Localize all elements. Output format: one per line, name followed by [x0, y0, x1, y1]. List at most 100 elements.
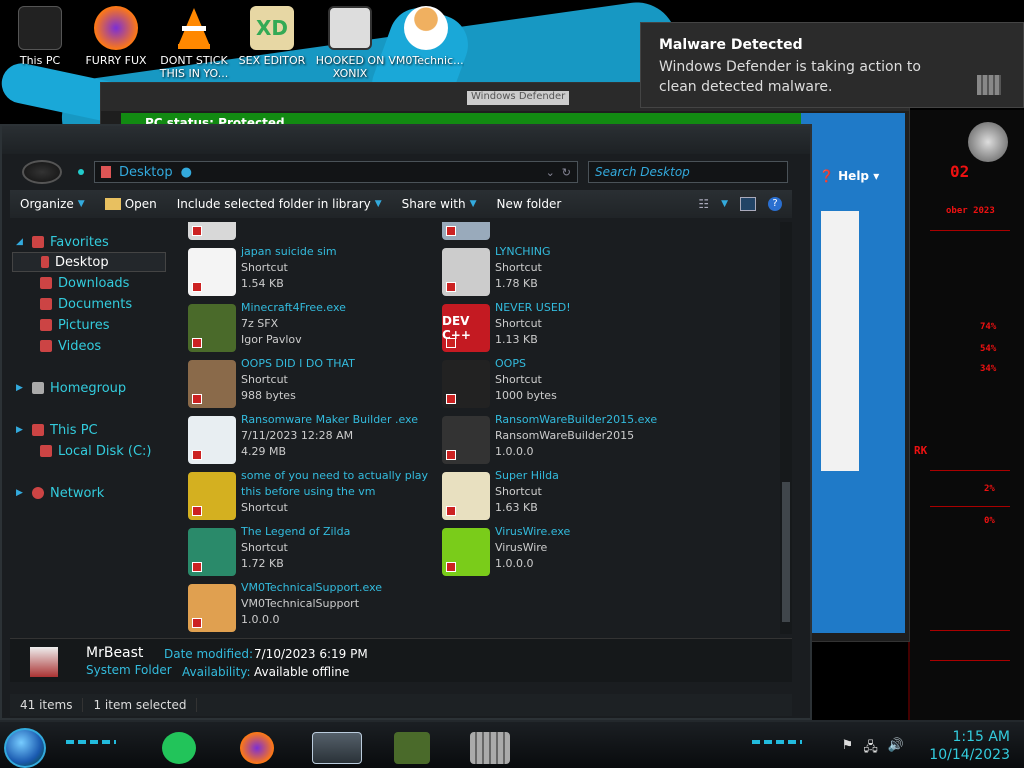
file-item[interactable]: VirusWire.exe VirusWire 1.0.0.0: [424, 524, 678, 578]
volume-icon[interactable]: 🔊: [888, 738, 904, 760]
chevron-down-icon[interactable]: ▼: [721, 199, 728, 209]
desktop-icon-label: DONT STICK THIS IN YO...: [159, 54, 229, 80]
nav-documents[interactable]: Documents: [40, 294, 132, 314]
search-input[interactable]: Search Desktop: [588, 161, 788, 183]
malware-notification[interactable]: Malware Detected Windows Defender is tak…: [640, 22, 1024, 108]
selected-item-type: System Folder: [86, 663, 172, 677]
file-item[interactable]: OOPS DID I DO THAT Shortcut 988 bytes: [170, 356, 424, 410]
shortcut-badge-icon: [446, 506, 456, 516]
file-item[interactable]: 1.88 KB: [170, 222, 424, 242]
desktop-icon-dont-stick[interactable]: DONT STICK THIS IN YO...: [156, 6, 232, 80]
file-item[interactable]: japan suicide sim Shortcut 1.54 KB: [170, 244, 424, 298]
file-detail: Igor Pavlov: [241, 333, 302, 346]
drive-icon: [40, 445, 52, 457]
file-item[interactable]: some of you need to actually play this b…: [170, 468, 428, 522]
firefox-taskbar-icon[interactable]: [240, 732, 274, 764]
file-item[interactable]: The Legend of Zilda Shortcut 1.72 KB: [170, 524, 424, 578]
file-name: some of you need to actually play this b…: [241, 469, 428, 498]
nav-pictures[interactable]: Pictures: [40, 315, 109, 335]
defender-title: Windows Defender: [467, 91, 570, 105]
flag-icon[interactable]: ⚑: [842, 738, 854, 760]
expand-arrow-icon: ◢: [16, 237, 23, 247]
share-label: Share with: [401, 197, 466, 211]
open-label: Open: [124, 197, 157, 211]
desktop-icon-label: SEX EDITOR: [238, 54, 306, 67]
nav-homegroup[interactable]: ▶ Homegroup: [16, 378, 126, 398]
file-type: VM0TechnicalSupport: [241, 597, 360, 610]
desktop-icon-xonix[interactable]: HOOKED ON XONIX: [312, 6, 388, 80]
include-library-button[interactable]: Include selected folder in library ▼: [167, 197, 392, 211]
file-type: Shortcut: [495, 317, 542, 330]
nav-this-pc[interactable]: ▶ This PC: [16, 420, 98, 440]
file-detail: 1.0.0.0: [495, 445, 534, 458]
file-item[interactable]: Ransomware Maker Builder .exe 7/11/2023 1…: [170, 412, 424, 466]
recent-locations-dot[interactable]: [78, 169, 84, 175]
new-folder-button[interactable]: New folder: [486, 197, 571, 211]
desktop-icon-this-pc[interactable]: This PC: [2, 6, 78, 67]
nav-favorites[interactable]: ◢ Favorites: [16, 232, 109, 252]
details-pane: MrBeast System Folder Date modified: 7/1…: [10, 638, 792, 682]
start-orb-button[interactable]: [4, 728, 46, 768]
vertical-scrollbar[interactable]: [780, 222, 792, 634]
network-icon[interactable]: 🖧: [863, 738, 878, 760]
file-thumbnail-icon: [188, 222, 236, 240]
file-item[interactable]: RansomWareBuilder2015.exe RansomWareBuild…: [424, 412, 678, 466]
nav-desktop[interactable]: Desktop: [12, 252, 166, 272]
desktop-icon-label: This PC: [19, 54, 61, 67]
downloads-icon: [40, 277, 52, 289]
file-type: Shortcut: [241, 261, 288, 274]
help-icon[interactable]: ?: [768, 197, 782, 211]
file-explorer-taskbar-icon[interactable]: [312, 732, 362, 764]
shortcut-badge-icon: [192, 282, 202, 292]
file-name: japan suicide sim: [241, 245, 337, 258]
clock[interactable]: 1:15 AM 10/14/2023: [929, 728, 1010, 764]
nav-network[interactable]: ▶ Network: [16, 483, 104, 503]
nav-videos[interactable]: Videos: [40, 336, 101, 356]
chat-app-icon[interactable]: [162, 732, 196, 764]
organize-button[interactable]: Organize ▼: [10, 197, 95, 211]
shortcut-badge-icon: [446, 562, 456, 572]
file-item[interactable]: 1.15 KB: [424, 222, 678, 242]
support-person-icon: [404, 6, 448, 50]
file-item[interactable]: Minecraft4Free.exe 7z SFX Igor Pavlov: [170, 300, 424, 354]
alienware-widget: 02 ober 2023 74% 54% 34% RK 2% 0%: [908, 110, 1024, 730]
shortcut-badge-icon: [446, 394, 456, 404]
nav-label: Favorites: [50, 234, 109, 250]
file-explorer-window[interactable]: Desktop ● ⌄ ↻ Search Desktop Organize ▼ O…: [0, 124, 812, 720]
share-with-button[interactable]: Share with ▼: [392, 197, 487, 211]
minecraft-taskbar-icon[interactable]: [394, 732, 430, 764]
desktop-icon-label: HOOKED ON XONIX: [315, 54, 385, 80]
address-bar[interactable]: Desktop ● ⌄ ↻: [94, 161, 578, 183]
file-item[interactable]: DEV C++ NEVER USED! Shortcut 1.13 KB: [424, 300, 678, 354]
chevron-down-icon: ▼: [469, 199, 477, 209]
scrollbar-thumb[interactable]: [782, 482, 790, 622]
file-item[interactable]: Super Hilda Shortcut 1.63 KB: [424, 468, 678, 522]
desktop-icon-vm0tech[interactable]: VM0Technic...: [388, 6, 464, 67]
view-options-icon[interactable]: ☷: [698, 197, 709, 211]
file-item[interactable]: VM0TechnicalSupport.exe VM0TechnicalSuppo…: [170, 580, 424, 634]
file-name: NEVER USED!: [495, 301, 571, 314]
file-item[interactable]: LYNCHING Shortcut 1.78 KB: [424, 244, 678, 298]
file-thumbnail-icon: [188, 584, 236, 632]
chevron-down-icon: ▾: [873, 169, 880, 183]
notification-title: Malware Detected: [659, 37, 803, 53]
address-dropdown-icon[interactable]: ⌄ ↻: [546, 166, 571, 179]
file-detail: 4.29 MB: [241, 445, 287, 458]
nav-local-disk[interactable]: Local Disk (C:): [40, 441, 151, 461]
desktop-icon-sex-editor[interactable]: XD SEX EDITOR: [234, 6, 310, 67]
open-button[interactable]: Open: [95, 197, 167, 211]
desktop-icon-furry-fux[interactable]: FURRY FUX: [78, 6, 154, 67]
explorer-titlebar[interactable]: [2, 126, 810, 154]
back-forward-orb[interactable]: [22, 160, 62, 184]
defender-help-menu[interactable]: ❓ Help ▾: [819, 169, 879, 183]
navigation-pane: ◢ Favorites Desktop Downloads Documents P…: [10, 222, 166, 632]
preview-pane-icon[interactable]: [740, 197, 756, 211]
file-thumbnail-icon: [188, 528, 236, 576]
selected-item-name: MrBeast: [86, 645, 144, 661]
nav-downloads[interactable]: Downloads: [40, 273, 129, 293]
documents-icon: [40, 298, 52, 310]
defender-taskbar-icon[interactable]: [470, 732, 510, 764]
file-item[interactable]: OOPS Shortcut 1000 bytes: [424, 356, 678, 410]
defender-castle-icon: [977, 75, 1001, 95]
shortcut-badge-icon: [192, 394, 202, 404]
